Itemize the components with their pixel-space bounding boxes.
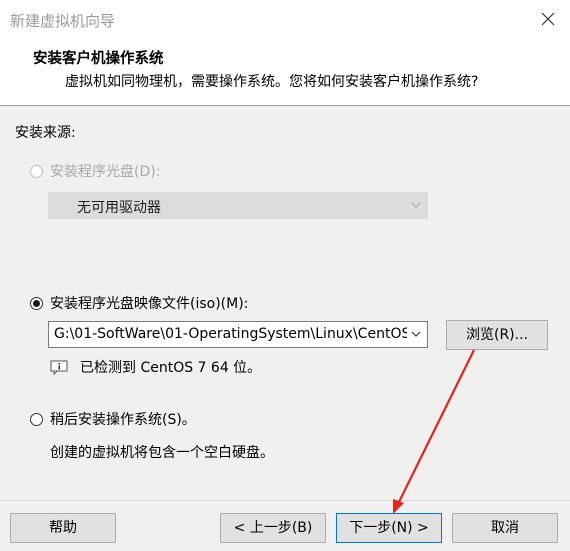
install-later-label: 稍后安装操作系统(S)。 — [50, 412, 196, 428]
iso-path-value[interactable]: G:\01-SoftWare\01-OperatingSystem\Linux\… — [54, 326, 427, 342]
disc-label: 安装程序光盘(D): — [50, 164, 161, 180]
window-title: 新建虚拟机向导 — [10, 12, 116, 30]
page-title: 安装客户机操作系统 — [33, 51, 164, 67]
detected-os-text: 已检测到 CentOS 7 64 位。 — [80, 360, 262, 376]
disc-drive-select: 无可用驱动器 — [48, 192, 428, 219]
help-button[interactable]: 帮助 — [10, 513, 116, 543]
page-subtitle: 虚拟机如同物理机，需要操作系统。您将如何安装客户机操作系统? — [65, 74, 479, 90]
iso-label: 安装程序光盘映像文件(iso)(M): — [50, 296, 249, 312]
next-button[interactable]: 下一步(N) > — [336, 513, 442, 543]
install-source-label: 安装来源: — [15, 125, 76, 141]
wizard-header: 安装客户机操作系统 虚拟机如同物理机，需要操作系统。您将如何安装客户机操作系统? — [0, 38, 570, 106]
iso-option[interactable]: 安装程序光盘映像文件(iso)(M): — [30, 293, 248, 313]
back-button[interactable]: < 上一步(B) — [220, 513, 326, 543]
iso-path-dropdown[interactable] — [407, 322, 427, 347]
new-vm-wizard-window: 新建虚拟机向导 安装客户机操作系统 虚拟机如同物理机，需要操作系统。您将如何安装… — [0, 0, 570, 551]
chevron-down-icon — [411, 202, 421, 208]
footer-divider — [0, 500, 570, 501]
disc-radio — [30, 164, 43, 178]
info-icon — [50, 360, 68, 375]
iso-path-combobox[interactable]: G:\01-SoftWare\01-OperatingSystem\Linux\… — [48, 321, 428, 348]
chevron-down-icon — [411, 331, 421, 337]
cancel-button[interactable]: 取消 — [452, 513, 558, 543]
iso-radio[interactable] — [30, 296, 43, 310]
install-later-option[interactable]: 稍后安装操作系统(S)。 — [30, 409, 196, 429]
browse-button[interactable]: 浏览(R)... — [446, 320, 548, 350]
disc-drive-value: 无可用驱动器 — [77, 200, 161, 216]
detection-info: 已检测到 CentOS 7 64 位。 — [50, 357, 261, 377]
install-later-description: 创建的虚拟机将包含一个空白硬盘。 — [50, 445, 274, 461]
install-later-radio[interactable] — [30, 412, 43, 426]
annotation-arrow-head — [393, 499, 404, 514]
title-bar: 新建虚拟机向导 — [0, 0, 570, 38]
annotation-arrow-line — [397, 349, 475, 505]
close-icon — [541, 12, 555, 26]
disc-option: 安装程序光盘(D): — [30, 161, 160, 181]
close-button[interactable] — [532, 4, 564, 34]
